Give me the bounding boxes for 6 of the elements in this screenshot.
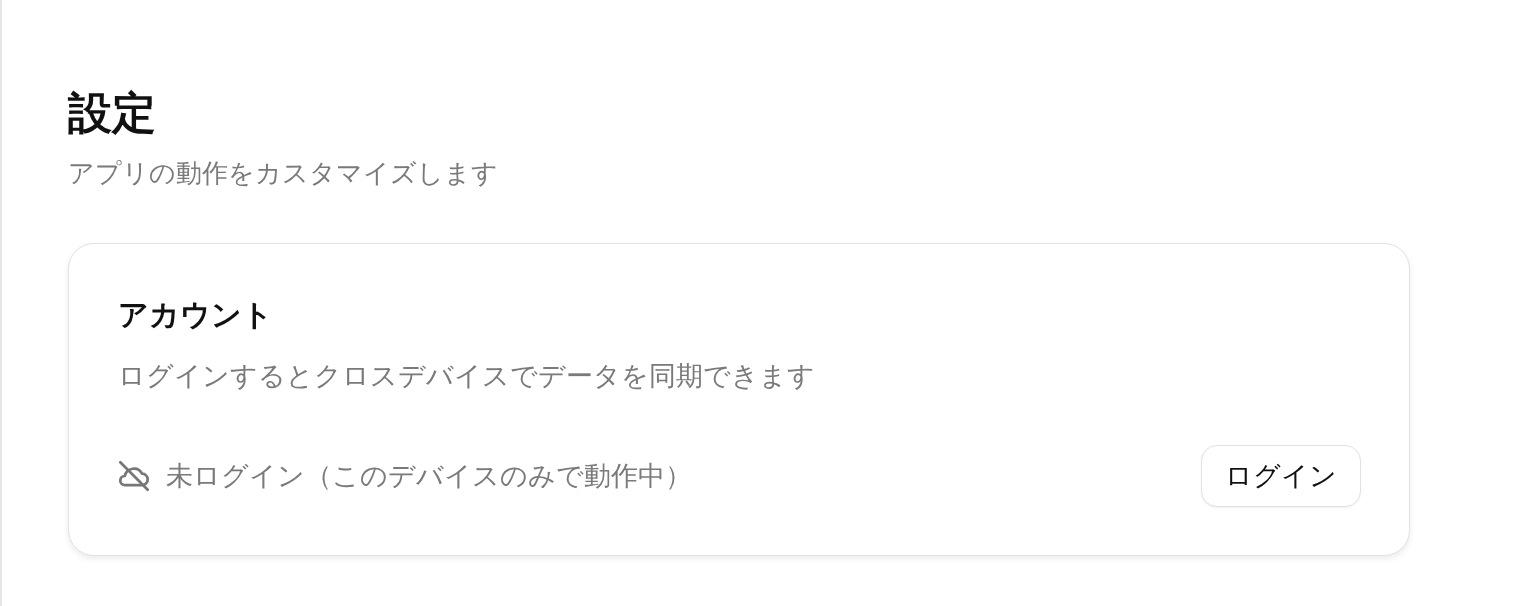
page-subtitle: アプリの動作をカスタマイズします — [68, 157, 498, 190]
card-title: アカウント — [118, 297, 273, 333]
login-button[interactable]: ログイン — [1201, 445, 1361, 507]
login-status-text: 未ログイン（このデバイスのみで動作中） — [166, 459, 692, 493]
card-description: ログインするとクロスデバイスでデータを同期できます — [118, 359, 815, 393]
page-title: 設定 — [68, 86, 156, 140]
